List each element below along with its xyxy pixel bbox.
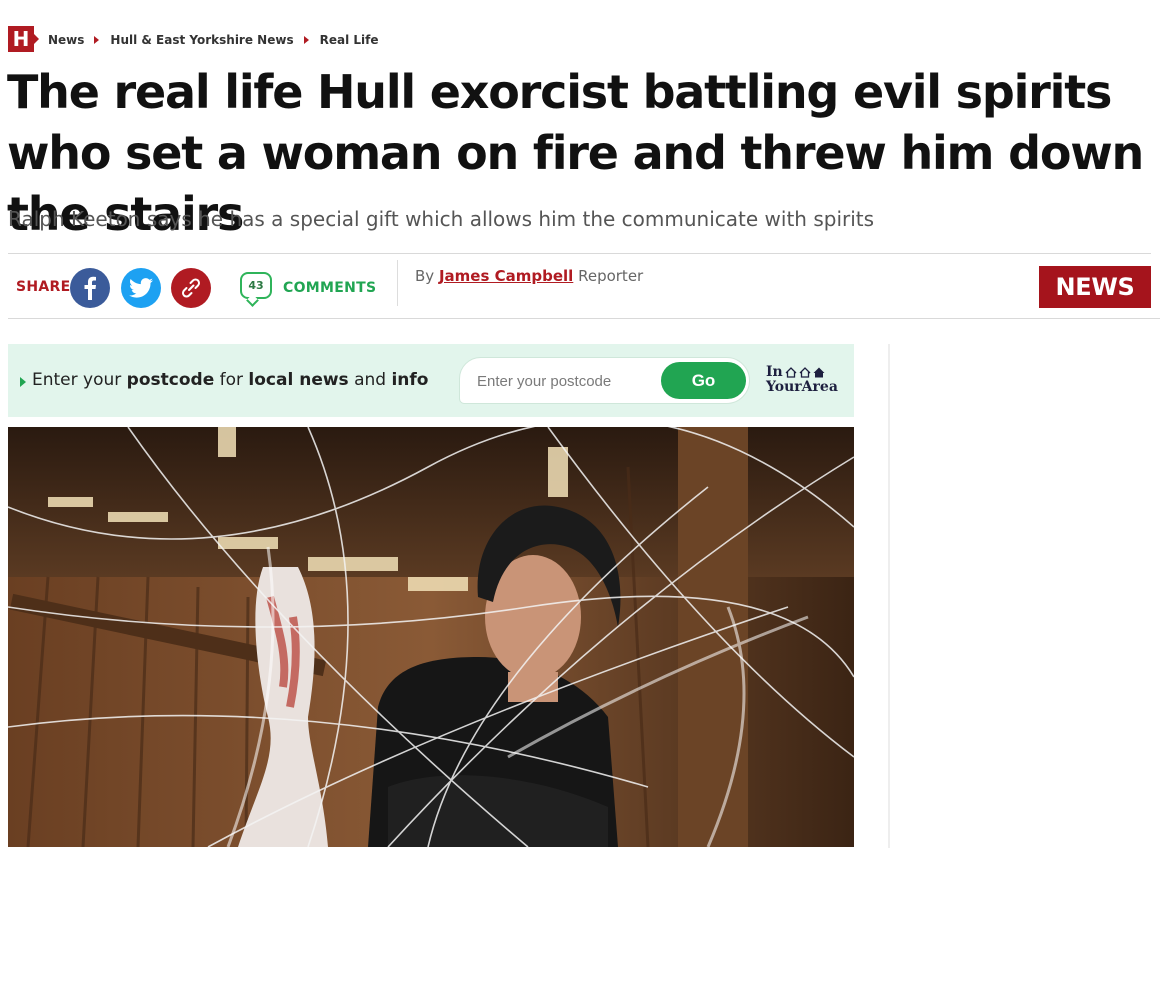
section-badge[interactable]: NEWS: [1039, 266, 1151, 308]
prompt-text: for: [214, 370, 249, 390]
prompt-text: Enter your: [32, 370, 127, 390]
breadcrumb-item-news[interactable]: News: [48, 33, 84, 47]
article-standfirst: Ralph Keeton says he has a special gift …: [8, 207, 875, 231]
twitter-icon: [129, 278, 153, 298]
house-outline-icon: [785, 367, 797, 378]
breadcrumb-item-real-life[interactable]: Real Life: [320, 33, 379, 47]
inyourarea-logo[interactable]: In YourArea: [766, 365, 838, 395]
house-outline-icon: [799, 367, 811, 378]
site-logo[interactable]: H: [8, 26, 34, 52]
inyourarea-logo-text: YourArea: [766, 379, 838, 395]
inyourarea-logo-text: In: [766, 364, 783, 380]
facebook-icon: [84, 276, 96, 300]
link-icon: [181, 278, 201, 298]
house-filled-icon: [813, 367, 825, 378]
hero-photo-illustration: [8, 427, 854, 847]
postcode-go-button[interactable]: Go: [661, 362, 746, 399]
byline-prefix: By: [415, 267, 435, 285]
share-label: SHARE: [16, 279, 71, 295]
divider: [8, 253, 1151, 254]
postcode-prompt: Enter your postcode for local news and i…: [32, 370, 429, 390]
postcode-input[interactable]: [475, 368, 659, 395]
divider: [397, 260, 398, 306]
facebook-share-button[interactable]: [70, 268, 110, 308]
prompt-text-bold: local news: [248, 370, 349, 390]
author-link[interactable]: James Campbell: [439, 267, 573, 285]
prompt-text: and: [348, 370, 392, 390]
twitter-share-button[interactable]: [121, 268, 161, 308]
byline: By James Campbell Reporter: [415, 267, 643, 285]
breadcrumb-separator-icon: [303, 36, 309, 44]
sidebar-divider: [888, 344, 890, 848]
hero-image[interactable]: [8, 427, 854, 847]
breadcrumb-separator-icon: [94, 36, 100, 44]
author-role: Reporter: [578, 267, 644, 285]
logo-arrow: [34, 34, 39, 44]
copy-link-button[interactable]: [171, 268, 211, 308]
prompt-text-bold: postcode: [126, 370, 215, 390]
breadcrumb-item-hull-news[interactable]: Hull & East Yorkshire News: [110, 33, 293, 47]
divider: [8, 318, 1160, 319]
arrow-right-icon: [20, 377, 26, 387]
comments-link[interactable]: COMMENTS: [283, 280, 376, 296]
breadcrumb: News Hull & East Yorkshire News Real Lif…: [48, 31, 378, 49]
prompt-text-bold: info: [391, 370, 429, 390]
comments-count-badge[interactable]: 43: [240, 272, 272, 299]
